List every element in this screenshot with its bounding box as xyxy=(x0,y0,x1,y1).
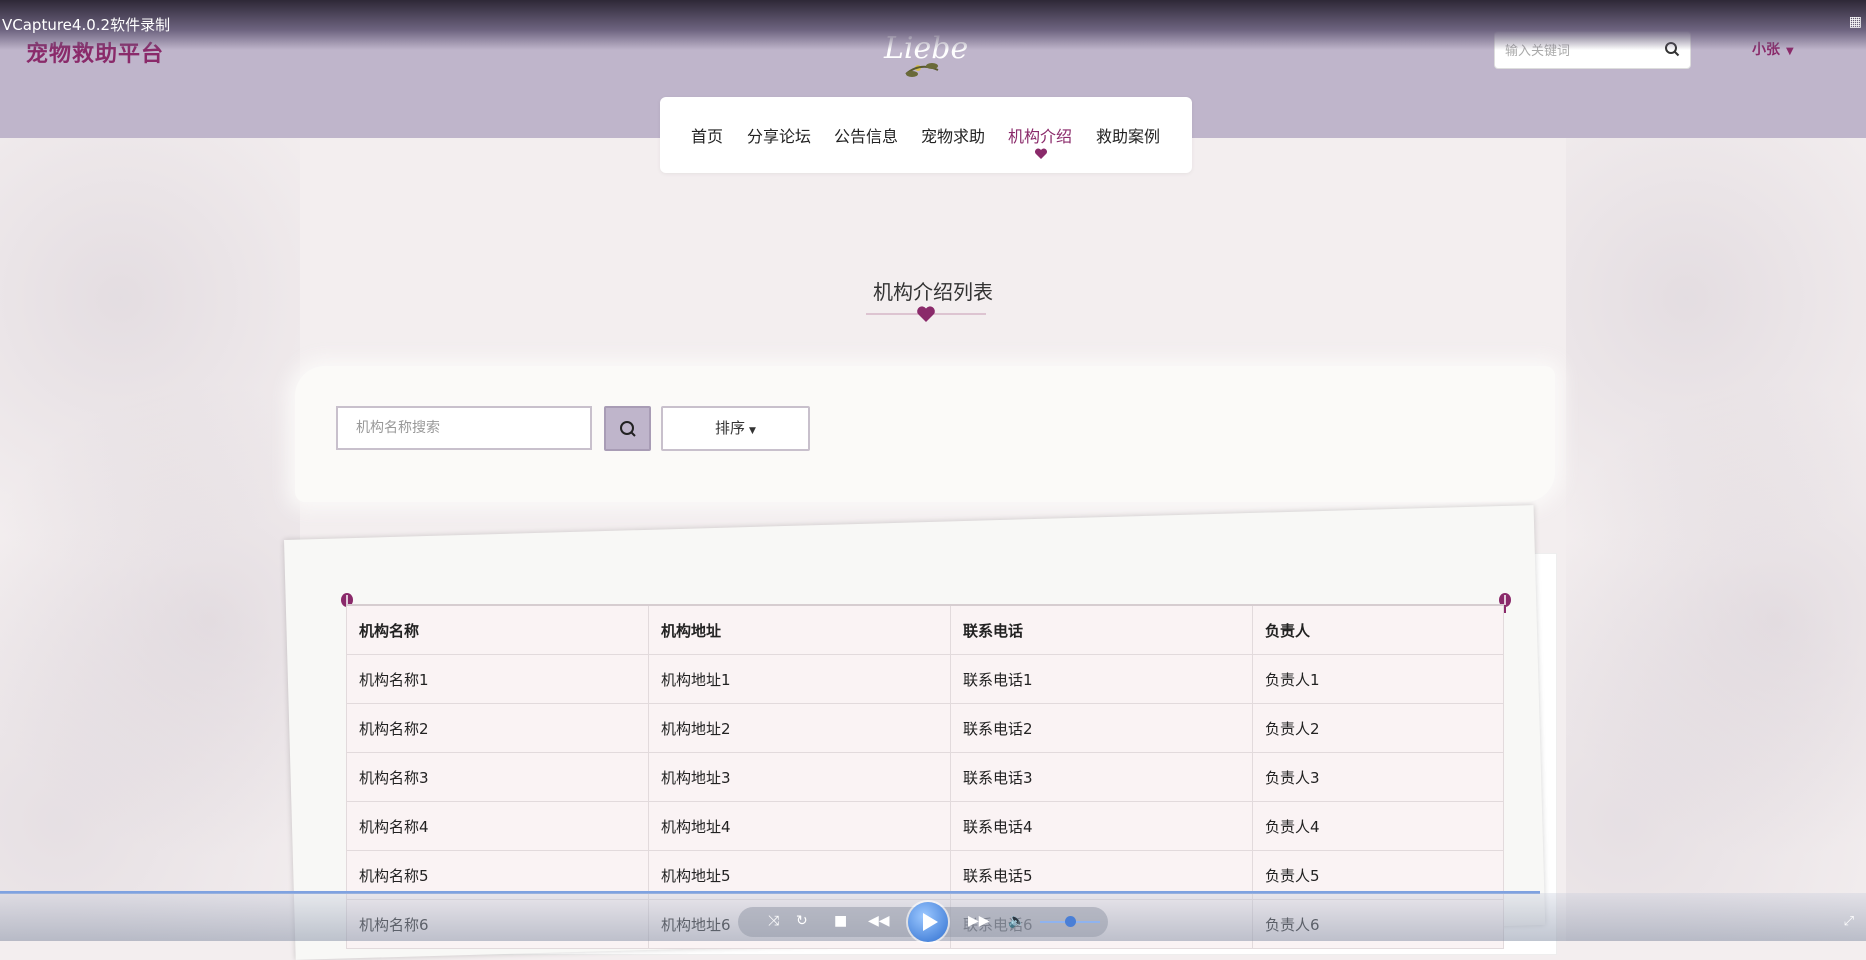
column-header-name: 机构名称 xyxy=(346,604,649,655)
cell-phone: 联系电话2 xyxy=(950,703,1253,753)
cell-phone: 联系电话1 xyxy=(950,654,1253,704)
volume-icon[interactable]: 🔈 xyxy=(1008,913,1025,929)
table-row[interactable]: 机构名称2 机构地址2 联系电话2 负责人2 xyxy=(346,703,1504,753)
cell-address: 机构地址3 xyxy=(648,752,951,802)
column-header-manager: 负责人 xyxy=(1252,604,1504,655)
forward-icon[interactable]: ▶▶ xyxy=(968,913,990,929)
main-nav: 首页 分享论坛 公告信息 宠物求助 机构介绍 救助案例 xyxy=(660,97,1192,173)
search-icon xyxy=(620,421,636,437)
cell-address: 机构地址4 xyxy=(648,801,951,851)
play-icon xyxy=(923,913,938,931)
recorder-title-bar: VCapture4.0.2软件录制 ▦ xyxy=(0,0,1866,50)
repeat-icon[interactable]: ↻ xyxy=(796,913,808,929)
column-header-address: 机构地址 xyxy=(648,604,951,655)
cell-manager: 负责人2 xyxy=(1252,703,1504,753)
heart-icon xyxy=(917,306,935,322)
cell-name: 机构名称2 xyxy=(346,703,649,753)
grid-icon[interactable]: ▦ xyxy=(1849,14,1862,30)
nav-item-notice[interactable]: 公告信息 xyxy=(834,123,898,147)
shuffle-icon[interactable]: ⤨ xyxy=(768,913,779,929)
cell-manager: 负责人3 xyxy=(1252,752,1504,802)
recorder-title: VCapture4.0.2软件录制 xyxy=(2,16,171,34)
rewind-icon[interactable]: ◀◀ xyxy=(868,913,890,929)
cell-phone: 联系电话4 xyxy=(950,801,1253,851)
play-button[interactable] xyxy=(908,902,948,942)
title-heart-divider xyxy=(866,306,986,322)
sort-button[interactable]: 排序 ▼ xyxy=(661,406,810,451)
page-title: 机构介绍列表 xyxy=(873,280,993,304)
table-header-row: 机构名称 机构地址 联系电话 负责人 xyxy=(346,604,1504,655)
sort-label: 排序 xyxy=(715,419,746,437)
cell-name: 机构名称3 xyxy=(346,752,649,802)
cell-name: 机构名称1 xyxy=(346,654,649,704)
cell-address: 机构地址2 xyxy=(648,703,951,753)
column-header-phone: 联系电话 xyxy=(950,604,1253,655)
nav-item-home[interactable]: 首页 xyxy=(691,123,723,147)
nav-item-rescue-cases[interactable]: 救助案例 xyxy=(1096,123,1160,147)
cell-manager: 负责人1 xyxy=(1252,654,1504,704)
chevron-down-icon: ▼ xyxy=(749,426,756,436)
background-floral-right xyxy=(1566,138,1866,941)
volume-slider-handle[interactable] xyxy=(1065,916,1076,927)
nav-item-organizations[interactable]: 机构介绍 xyxy=(1008,123,1072,147)
table-row[interactable]: 机构名称1 机构地址1 联系电话1 负责人1 xyxy=(346,654,1504,704)
cell-manager: 负责人4 xyxy=(1252,801,1504,851)
table-row[interactable]: 机构名称4 机构地址4 联系电话4 负责人4 xyxy=(346,801,1504,851)
nav-item-pet-help[interactable]: 宠物求助 xyxy=(921,123,985,147)
cell-name: 机构名称4 xyxy=(346,801,649,851)
cell-address: 机构地址1 xyxy=(648,654,951,704)
table-row[interactable]: 机构名称3 机构地址3 联系电话3 负责人3 xyxy=(346,752,1504,802)
heart-icon xyxy=(1034,148,1048,159)
background-floral-left xyxy=(0,138,300,941)
cell-phone: 联系电话3 xyxy=(950,752,1253,802)
nav-item-forum[interactable]: 分享论坛 xyxy=(747,123,811,147)
fullscreen-icon[interactable]: ⤢ xyxy=(1844,914,1854,929)
org-name-search-input[interactable] xyxy=(336,406,592,450)
stop-icon[interactable]: ■ xyxy=(834,913,847,929)
search-button[interactable] xyxy=(604,406,651,451)
